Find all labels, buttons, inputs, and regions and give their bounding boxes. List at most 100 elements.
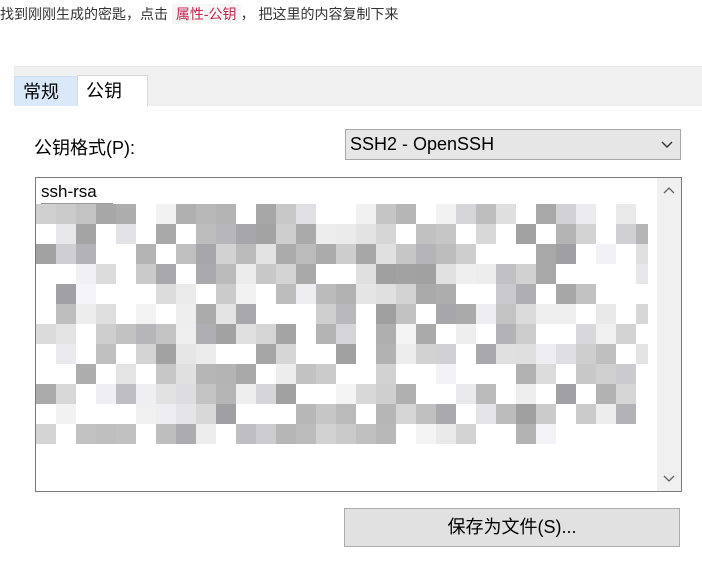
scroll-down-icon[interactable] (657, 467, 681, 489)
mosaic-cell (216, 284, 236, 304)
mosaic-cell (356, 284, 376, 304)
mosaic-cell (356, 344, 376, 364)
mosaic-cell (136, 244, 156, 264)
format-select[interactable]: SSH2 - OpenSSH (345, 129, 681, 160)
mosaic-cell (476, 244, 496, 264)
mosaic-cell (536, 284, 556, 304)
mosaic-cell (116, 384, 136, 404)
mosaic-cell (356, 244, 376, 264)
mosaic-cell (636, 204, 648, 224)
mosaic-cell (396, 384, 416, 404)
mosaic-cell (476, 324, 496, 344)
mosaic-cell (396, 284, 416, 304)
mosaic-cell (296, 324, 316, 344)
mosaic-cell (116, 204, 136, 224)
mosaic-cell (136, 364, 156, 384)
mosaic-cell (536, 244, 556, 264)
mosaic-cell (616, 284, 636, 304)
mosaic-cell (516, 264, 536, 284)
mosaic-cell (276, 284, 296, 304)
mosaic-cell (576, 364, 596, 384)
mosaic-cell (336, 264, 356, 284)
mosaic-cell (336, 304, 356, 324)
mosaic-cell (176, 404, 196, 424)
mosaic-cell (536, 264, 556, 284)
mosaic-cell (496, 384, 516, 404)
mosaic-cell (336, 324, 356, 344)
mosaic-cell (256, 264, 276, 284)
mosaic-cell (96, 204, 116, 224)
mosaic-cell (136, 384, 156, 404)
mosaic-cell (516, 384, 536, 404)
mosaic-cell (116, 324, 136, 344)
mosaic-cell (156, 384, 176, 404)
mosaic-cell (436, 264, 456, 284)
mosaic-cell (36, 324, 56, 344)
mosaic-cell (536, 224, 556, 244)
mosaic-cell (256, 404, 276, 424)
mosaic-cell (516, 424, 536, 444)
mosaic-cell (196, 424, 216, 444)
mosaic-cell (36, 244, 56, 264)
mosaic-cell (396, 304, 416, 324)
mosaic-cell (636, 304, 648, 324)
mosaic-cell (636, 344, 648, 364)
mosaic-cell (356, 384, 376, 404)
mosaic-cell (436, 424, 456, 444)
mosaic-cell (356, 264, 376, 284)
mosaic-cell (476, 284, 496, 304)
mosaic-cell (636, 404, 648, 424)
mosaic-cell (256, 344, 276, 364)
mosaic-cell (596, 384, 616, 404)
mosaic-cell (236, 244, 256, 264)
mosaic-cell (356, 324, 376, 344)
mosaic-cell (396, 324, 416, 344)
mosaic-cell (136, 424, 156, 444)
mosaic-cell (296, 304, 316, 324)
public-key-textbox[interactable]: ssh-rsa (35, 177, 682, 492)
mosaic-cell (556, 384, 576, 404)
mosaic-cell (236, 344, 256, 364)
mosaic-cell (336, 384, 356, 404)
mosaic-cell (596, 244, 616, 264)
mosaic-cell (116, 364, 136, 384)
mosaic-cell (196, 284, 216, 304)
mosaic-cell (76, 264, 96, 284)
mosaic-cell (76, 284, 96, 304)
mosaic-cell (536, 384, 556, 404)
mosaic-cell (336, 244, 356, 264)
tab-public-key[interactable]: 公钥 (77, 75, 148, 108)
mosaic-cell (536, 364, 556, 384)
mosaic-cell (296, 284, 316, 304)
mosaic-cell (56, 404, 76, 424)
mosaic-cell (196, 384, 216, 404)
mosaic-cell (336, 424, 356, 444)
mosaic-cell (456, 264, 476, 284)
mosaic-cell (56, 224, 76, 244)
mosaic-cell (256, 304, 276, 324)
mosaic-cell (376, 224, 396, 244)
mosaic-cell (156, 404, 176, 424)
mosaic-cell (416, 264, 436, 284)
mosaic-cell (636, 284, 648, 304)
mosaic-cell (636, 364, 648, 384)
redacted-key-mosaic (36, 204, 648, 444)
mosaic-cell (416, 304, 436, 324)
scroll-up-icon[interactable] (657, 180, 681, 202)
vertical-scrollbar[interactable] (657, 178, 681, 491)
mosaic-cell (276, 244, 296, 264)
mosaic-cell (376, 204, 396, 224)
mosaic-cell (416, 284, 436, 304)
mosaic-cell (196, 304, 216, 324)
mosaic-cell (476, 264, 496, 284)
mosaic-cell (476, 384, 496, 404)
mosaic-cell (356, 424, 376, 444)
mosaic-cell (36, 404, 56, 424)
mosaic-cell (616, 404, 636, 424)
public-key-panel: 公钥格式(P): SSH2 - OpenSSH ssh-rsa 保存为文件(S)… (14, 106, 702, 578)
mosaic-cell (576, 304, 596, 324)
mosaic-cell (176, 284, 196, 304)
tab-general[interactable]: 常规 (14, 76, 78, 107)
save-to-file-button[interactable]: 保存为文件(S)... (344, 508, 680, 547)
mosaic-cell (396, 404, 416, 424)
